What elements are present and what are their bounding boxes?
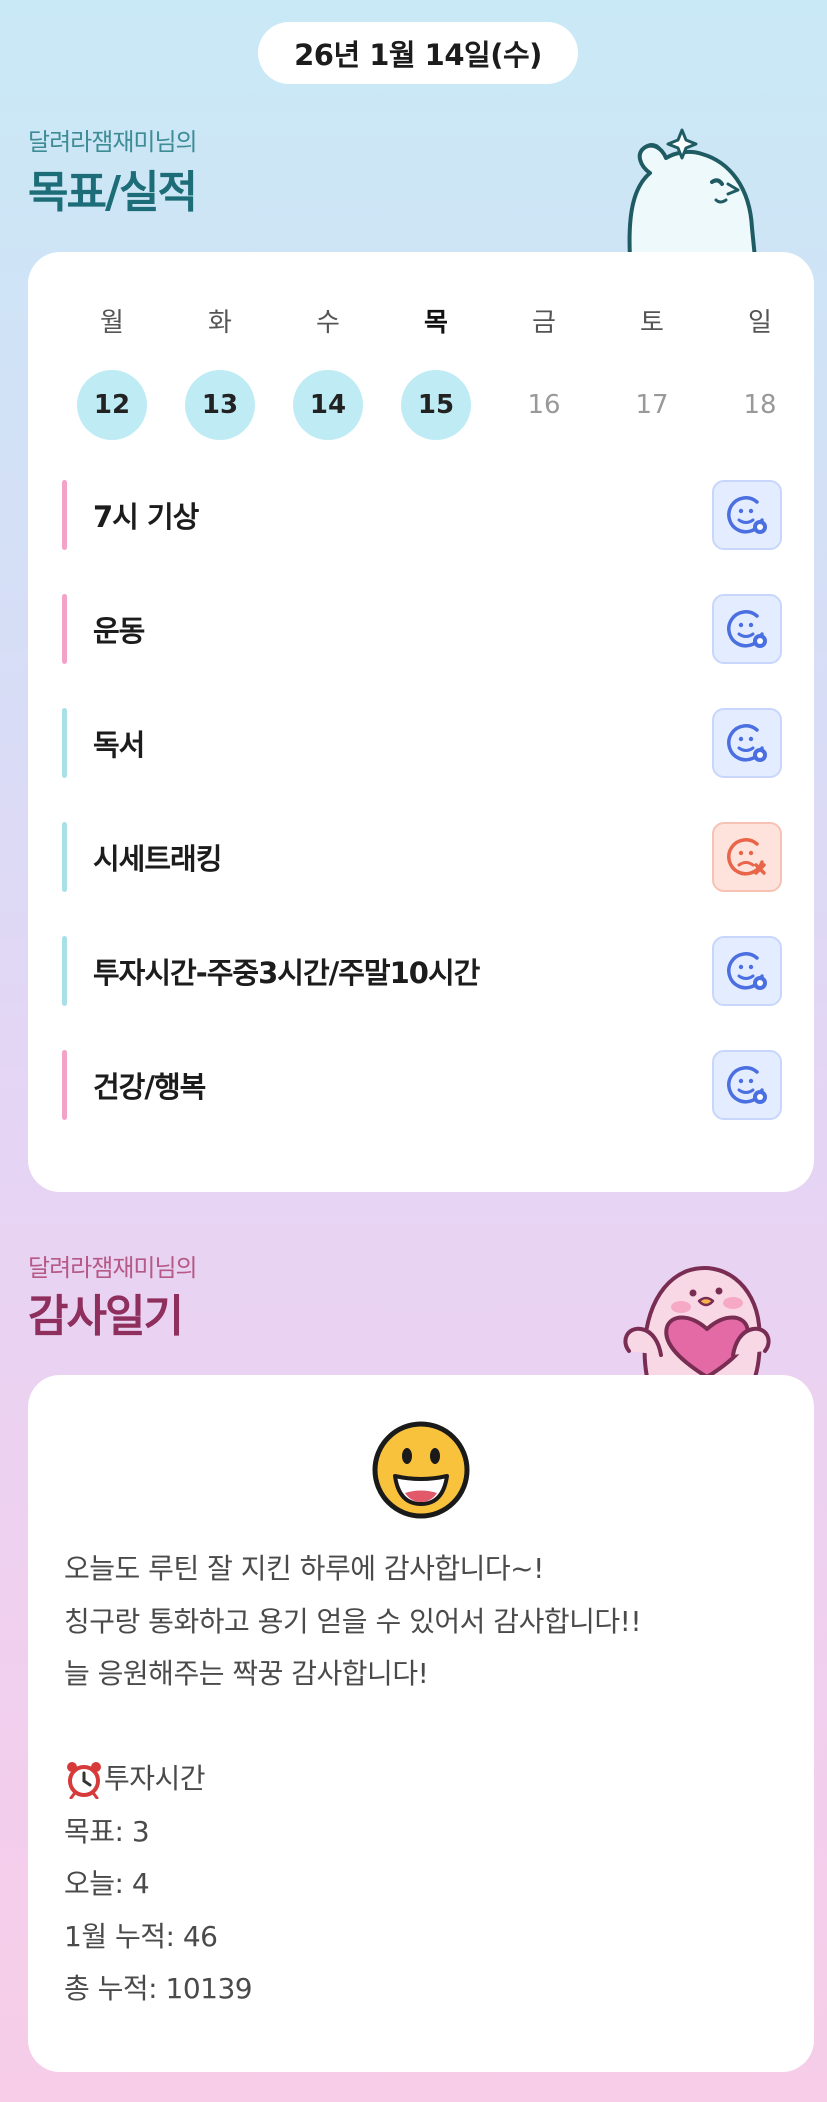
- week-calendar: 월 화 수 목 금 토 일 12 13 14 15 16 17 18: [58, 302, 814, 440]
- goal-label: 7시 기상: [93, 500, 199, 534]
- heart-mascot-icon: [623, 1266, 771, 1377]
- diary-spacer: [64, 1701, 784, 1754]
- goal-color-bar: [62, 1050, 67, 1120]
- stats-header-label: 투자시간: [104, 1762, 206, 1795]
- stat-line: 1월 누적: 46: [64, 1919, 218, 1953]
- date-cell-current[interactable]: 15: [401, 370, 471, 440]
- grinning-face-icon: [372, 1421, 470, 1519]
- goal-status-success-icon[interactable]: [712, 480, 782, 550]
- goal-status-fail-icon[interactable]: [712, 822, 782, 892]
- weekday-label: 화: [208, 307, 232, 338]
- goal-label: 운동: [93, 614, 145, 648]
- goal-color-bar: [62, 936, 67, 1006]
- goal-color-bar: [62, 708, 67, 778]
- goal-color-bar: [62, 480, 67, 550]
- date-row: 12 13 14 15 16 17 18: [58, 370, 814, 440]
- goal-label: 건강/행복: [93, 1070, 206, 1104]
- diary-text: 오늘도 루틴 잘 지킨 하루에 감사합니다~! 칭구랑 통화하고 용기 얻을 수…: [64, 1543, 784, 2016]
- stat-line: 총 누적: 10139: [64, 1972, 253, 2005]
- diary-line: 칭구랑 통화하고 용기 얻을 수 있어서 감사합니다!!: [64, 1604, 642, 1638]
- goals-section-subtitle: 달려라잼재미님의: [28, 128, 198, 156]
- goals-section-title: 목표/실적: [28, 167, 198, 218]
- weekday-label: 월: [100, 307, 124, 338]
- stat-line: 목표: 3: [64, 1814, 150, 1848]
- goal-label: 독서: [93, 728, 145, 762]
- date-cell[interactable]: 18: [725, 370, 795, 440]
- gratitude-card: 오늘도 루틴 잘 지킨 하루에 감사합니다~! 칭구랑 통화하고 용기 얻을 수…: [28, 1375, 814, 2072]
- goal-row[interactable]: 투자시간-주중3시간/주말10시간: [62, 936, 782, 1006]
- date-cell[interactable]: 16: [509, 370, 579, 440]
- goal-row[interactable]: 건강/행복: [62, 1050, 782, 1120]
- goal-status-success-icon[interactable]: [712, 708, 782, 778]
- diary-line: 오늘도 루틴 잘 지킨 하루에 감사합니다~!: [64, 1552, 544, 1585]
- date-cell[interactable]: 14: [293, 370, 363, 440]
- goal-row[interactable]: 7시 기상: [62, 480, 782, 550]
- goal-row[interactable]: 운동: [62, 594, 782, 664]
- goal-label: 시세트래킹: [93, 842, 222, 876]
- gratitude-section-title: 감사일기: [28, 1291, 184, 1342]
- weekday-label: 일: [748, 307, 772, 338]
- goal-color-bar: [62, 594, 67, 664]
- date-cell[interactable]: 17: [617, 370, 687, 440]
- goal-row[interactable]: 독서: [62, 708, 782, 778]
- goal-status-success-icon[interactable]: [712, 1050, 782, 1120]
- goal-color-bar: [62, 822, 67, 892]
- goal-row[interactable]: 시세트래킹: [62, 822, 782, 892]
- diary-line: 늘 응원해주는 짝꿍 감사합니다!: [64, 1657, 429, 1690]
- weekday-label: 금: [532, 307, 556, 338]
- goal-status-success-icon[interactable]: [712, 936, 782, 1006]
- goal-label: 투자시간-주중3시간/주말10시간: [93, 956, 480, 990]
- weekday-label-current: 목: [424, 307, 448, 338]
- weekday-header-row: 월 화 수 목 금 토 일: [58, 302, 814, 338]
- date-display[interactable]: 26년 1월 14일(수): [258, 22, 578, 84]
- ghost-mascot-icon: [627, 128, 757, 258]
- alarm-clock-icon: [67, 1762, 101, 1800]
- weekday-label: 수: [316, 307, 340, 338]
- stats-header: 투자시간: [64, 1753, 784, 1806]
- goals-card: 월 화 수 목 금 토 일 12 13 14 15 16 17 18 7시 기상…: [28, 252, 814, 1192]
- date-cell[interactable]: 13: [185, 370, 255, 440]
- stat-line: 오늘: 4: [64, 1867, 150, 1900]
- gratitude-section-subtitle: 달려라잼재미님의: [28, 1254, 198, 1282]
- weekday-label: 토: [640, 307, 664, 338]
- date-cell[interactable]: 12: [77, 370, 147, 440]
- goal-status-success-icon[interactable]: [712, 594, 782, 664]
